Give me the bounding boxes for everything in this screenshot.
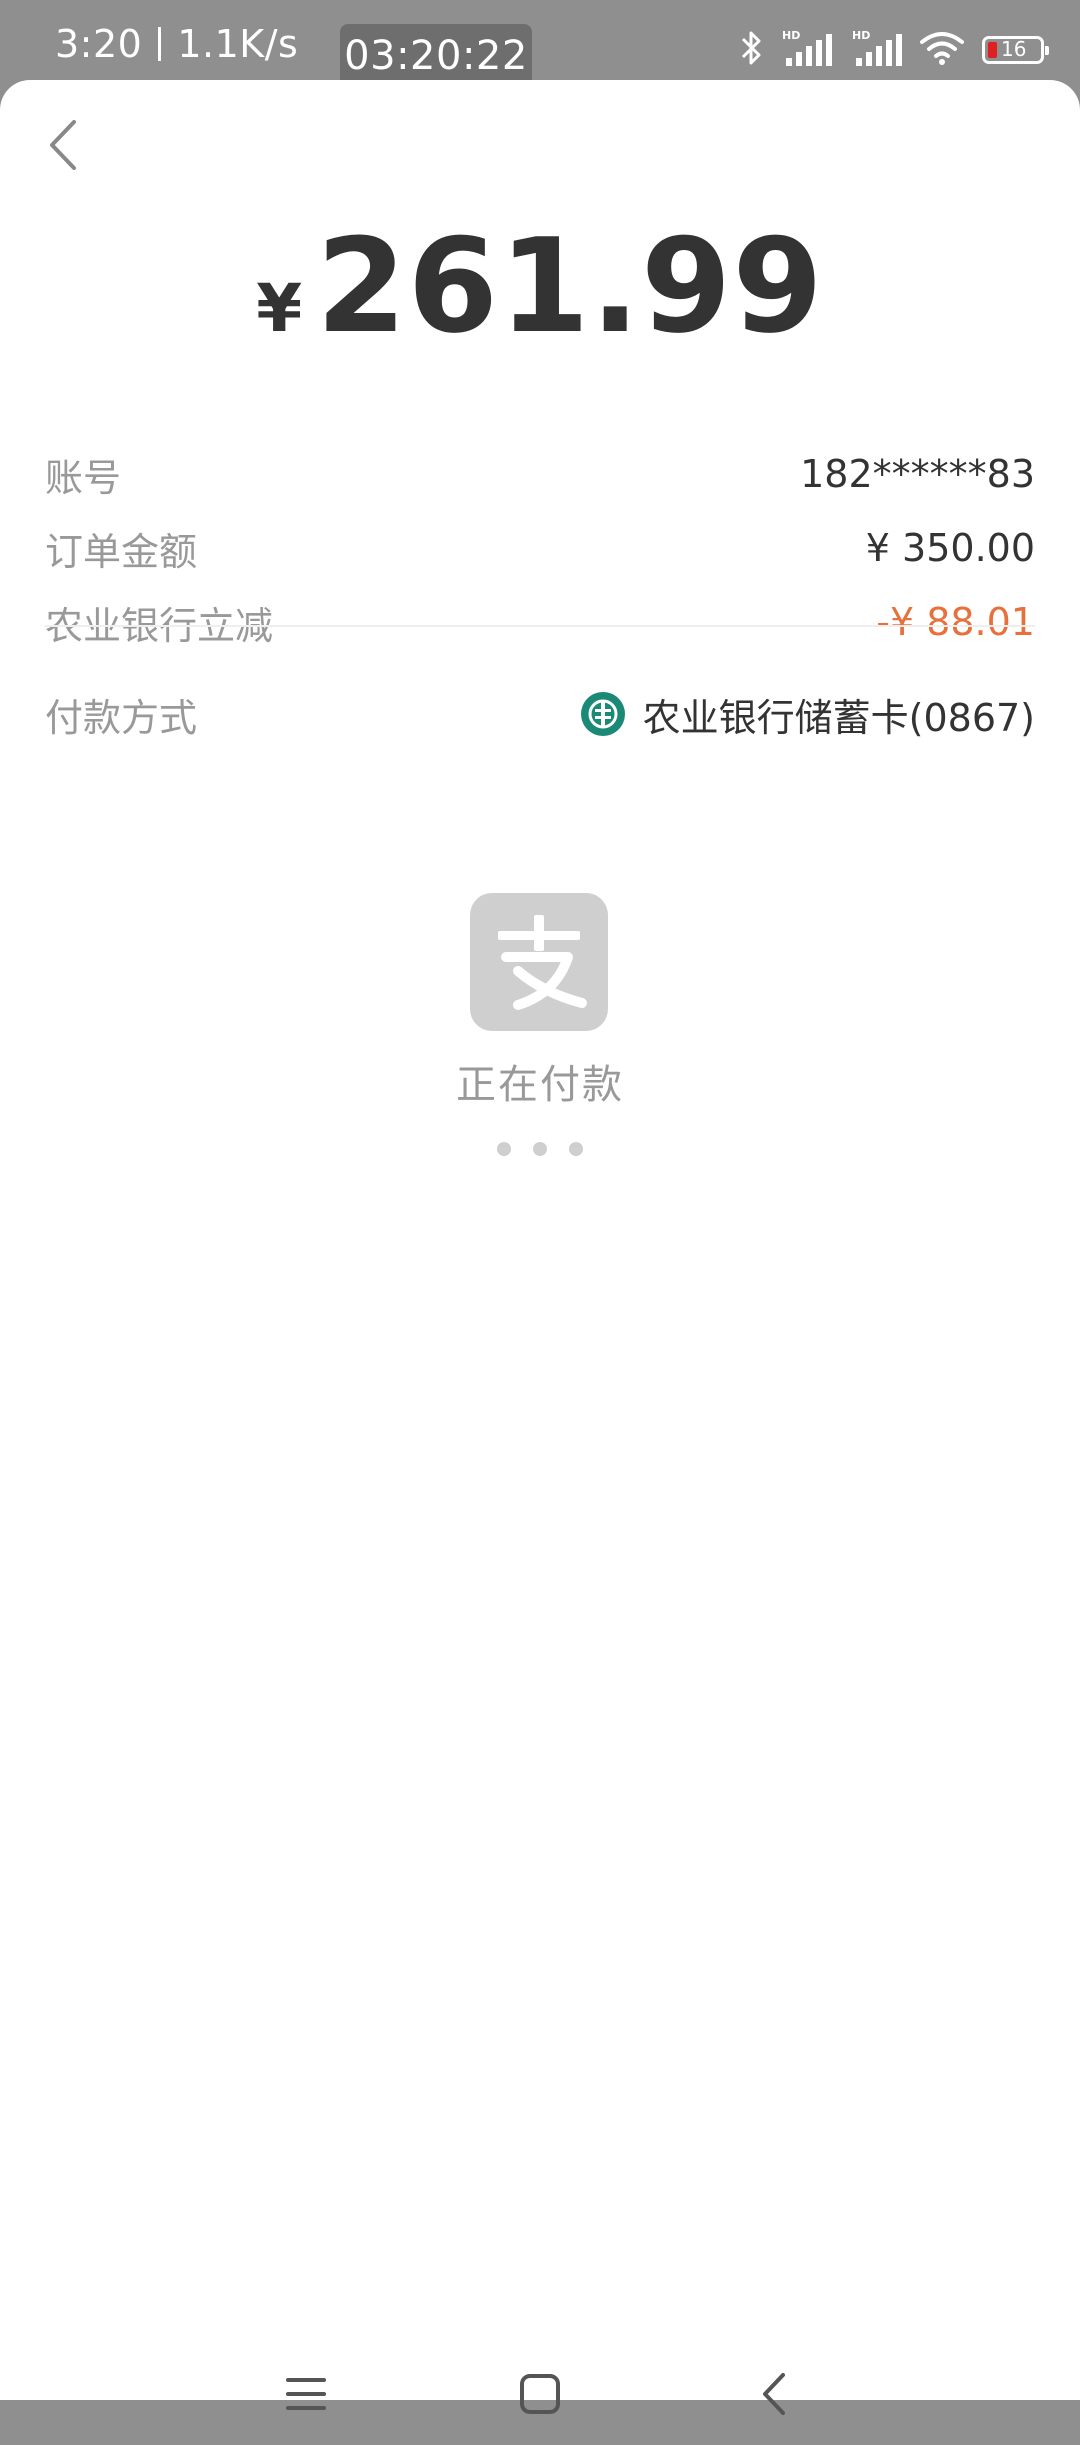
payment-method-value: 农业银行储蓄卡(0867) bbox=[642, 695, 1035, 740]
chevron-left-icon bbox=[48, 118, 78, 176]
network-speed: 1.1K/s bbox=[177, 22, 299, 66]
status-bar: 3:20 1.1K/s 03:20:22 HD HD 16 bbox=[0, 0, 1080, 88]
navigation-bar bbox=[0, 2345, 1080, 2445]
hd-signal-icon: HD bbox=[850, 28, 902, 72]
battery-icon: 16 bbox=[982, 36, 1049, 64]
loading-dots bbox=[0, 1142, 1080, 1156]
order-amount-label: 订单金额 bbox=[45, 529, 198, 574]
payment-sheet: ¥ 261.99 账号 182******83 订单金额 ¥ 350.00 农业… bbox=[0, 80, 1080, 2415]
abc-bank-icon bbox=[580, 692, 625, 736]
account-label: 账号 bbox=[45, 455, 122, 500]
hd-signal-icon: HD bbox=[780, 28, 832, 72]
account-value: 182******83 bbox=[800, 452, 1035, 496]
loading-dot bbox=[569, 1142, 583, 1156]
detail-row-order-amount: 订单金额 ¥ 350.00 bbox=[45, 516, 1035, 580]
amount-value: 261.99 bbox=[316, 210, 824, 362]
battery-fill bbox=[988, 42, 997, 58]
payment-amount: ¥ 261.99 bbox=[0, 210, 1080, 362]
recent-apps-button[interactable] bbox=[266, 2361, 346, 2431]
payment-method: 农业银行储蓄卡(0867) bbox=[580, 687, 1035, 742]
home-icon bbox=[518, 2372, 562, 2420]
status-icons: HD HD 16 bbox=[740, 28, 1049, 72]
battery-level: 16 bbox=[1001, 37, 1027, 61]
detail-row-bank-discount: 农业银行立减 -¥ 88.01 bbox=[45, 590, 1035, 654]
loading-dot bbox=[497, 1142, 511, 1156]
status-separator bbox=[158, 27, 162, 61]
back-button[interactable] bbox=[36, 110, 90, 184]
bank-discount-value: -¥ 88.01 bbox=[876, 600, 1035, 644]
divider bbox=[45, 625, 1035, 627]
timer-text: 03:20:22 bbox=[344, 33, 528, 79]
screen-record-timer[interactable]: 03:20:22 bbox=[340, 24, 532, 88]
battery-tip bbox=[1045, 46, 1049, 55]
wifi-icon bbox=[920, 30, 964, 70]
currency-symbol: ¥ bbox=[256, 270, 303, 347]
svg-text:HD: HD bbox=[852, 29, 870, 42]
alipay-icon bbox=[470, 893, 608, 1031]
detail-row-account: 账号 182******83 bbox=[45, 442, 1035, 506]
svg-text:HD: HD bbox=[782, 29, 800, 42]
status-left: 3:20 1.1K/s bbox=[55, 22, 298, 66]
menu-icon bbox=[284, 2374, 328, 2418]
system-back-button[interactable] bbox=[734, 2361, 814, 2431]
back-icon bbox=[759, 2371, 789, 2421]
order-amount-value: ¥ 350.00 bbox=[865, 526, 1035, 570]
bluetooth-icon bbox=[740, 29, 762, 71]
paying-status-text: 正在付款 bbox=[456, 1062, 624, 1108]
payment-method-label: 付款方式 bbox=[45, 695, 198, 740]
bank-discount-label: 农业银行立减 bbox=[45, 603, 274, 648]
home-button[interactable] bbox=[500, 2361, 580, 2431]
payment-method-row[interactable]: 付款方式 农业银行储蓄卡(0867) bbox=[45, 682, 1035, 746]
status-time: 3:20 bbox=[55, 22, 143, 66]
loading-dot bbox=[533, 1142, 547, 1156]
